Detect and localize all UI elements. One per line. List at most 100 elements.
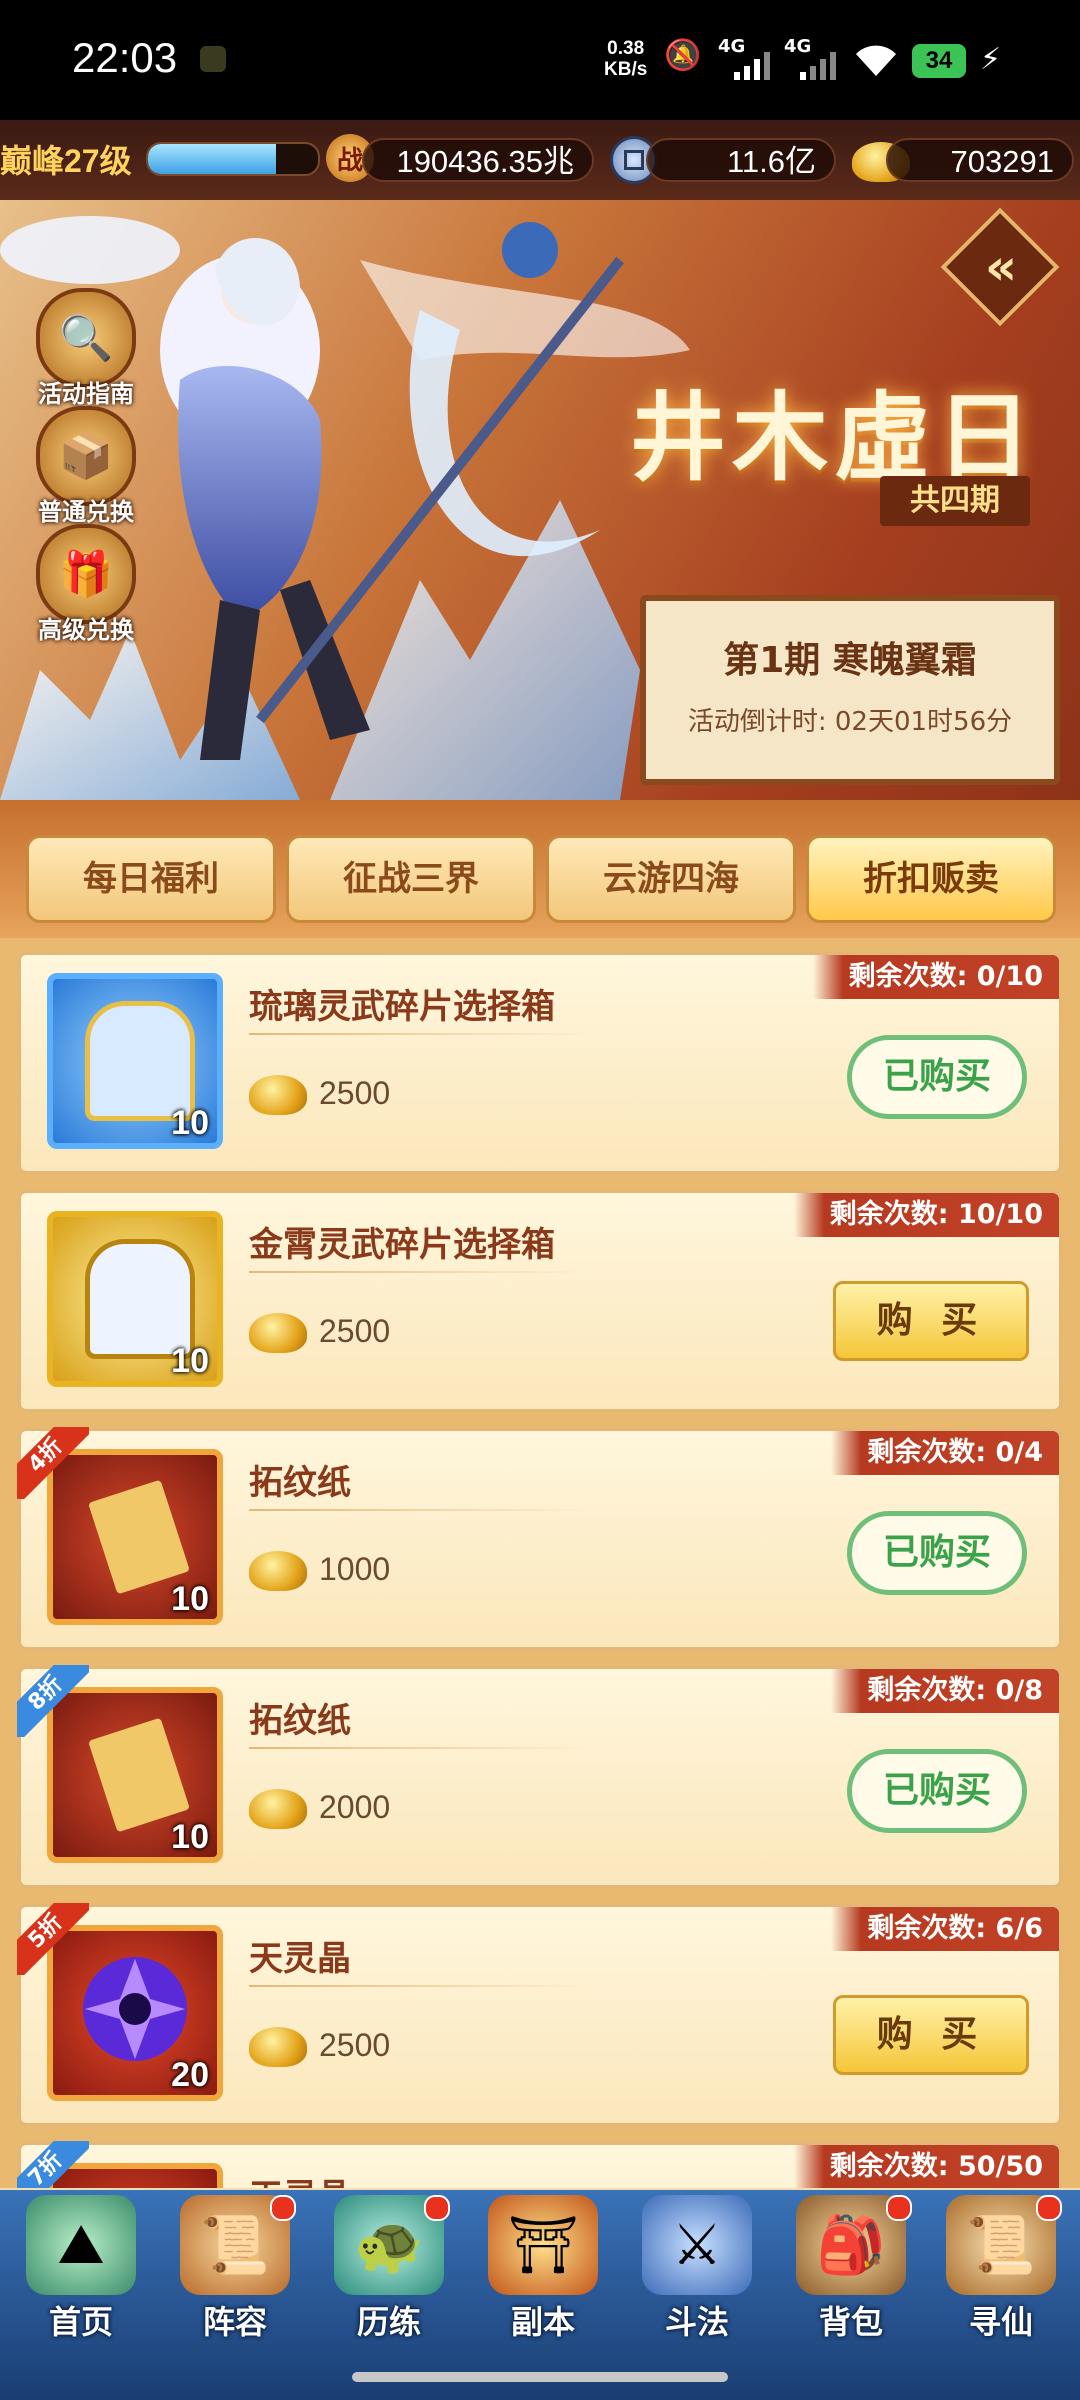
item-name: 琉璃灵武碎片选择箱 [249, 987, 555, 1027]
item-price: 2500 [319, 1313, 391, 1349]
item-divider [249, 1271, 589, 1273]
remaining-count: 剩余次数: 0/10 [812, 955, 1059, 999]
notification-dot [424, 2195, 450, 2221]
portrait-icon [85, 1001, 195, 1121]
list-item: 10 琉璃灵武碎片选择箱 2500 剩余次数: 0/10 已购买 [18, 952, 1062, 1174]
event-periods: 共四期 [880, 476, 1030, 526]
list-item: 20 5折 天灵晶 2500 剩余次数: 6/6 购 买 [17, 1903, 1062, 2126]
item-icon-glass-box: 10 [47, 973, 223, 1149]
gold-ingot-icon [249, 2027, 307, 2067]
discount-ribbon: 8折 [17, 1665, 89, 1737]
notification-icon [200, 46, 226, 72]
item-icon-gold-box: 10 [47, 1211, 223, 1387]
remaining-count: 剩余次数: 6/6 [831, 1907, 1059, 1951]
event-banner: 🔍 活动指南 📦 普通兑换 🎁 高级兑换 井木虛日 共四期 第1期 寒魄翼霜 活… [0, 200, 1080, 800]
combat-power-value: 190436.35兆 [362, 138, 594, 182]
nav-lineup[interactable]: 📜 阵容 [160, 2195, 310, 2345]
item-divider [249, 1033, 589, 1035]
nav-dungeon[interactable]: ⛩ 副本 [468, 2195, 618, 2345]
nav-home[interactable]: ⛰ 首页 [6, 2195, 156, 2345]
item-name: 天灵晶 [249, 2169, 351, 2188]
coin-value: 11.6亿 [646, 138, 836, 182]
gold-ingot-icon [249, 1551, 307, 1591]
net-speed: 0.38 KB/s [604, 38, 647, 80]
purchased-button[interactable]: 已购买 [847, 1035, 1027, 1119]
discount-ribbon: 5折 [17, 1903, 89, 1975]
back-arrow-icon: « [984, 238, 1018, 296]
gold-ingot-icon [249, 1313, 307, 1353]
nav-bag[interactable]: 🎒 背包 [776, 2195, 926, 2345]
remaining-count: 剩余次数: 0/8 [831, 1669, 1059, 1713]
item-name: 天灵晶 [249, 1939, 351, 1979]
player-level: 巅峰27级 [0, 143, 132, 179]
wifi-icon [852, 42, 900, 82]
item-price: 2500 [319, 1075, 391, 1111]
advanced-exchange-button[interactable]: 🎁 高级兑换 [36, 524, 136, 645]
item-name: 拓纹纸 [249, 1463, 351, 1503]
item-divider [249, 1747, 589, 1749]
gift-icon: 🎁 [36, 524, 136, 624]
list-item: 10 8折 拓纹纸 2000 剩余次数: 0/8 已购买 [17, 1665, 1062, 1888]
purchased-button[interactable]: 已购买 [847, 1749, 1027, 1833]
tab-daily-welfare[interactable]: 每日福利 [26, 835, 276, 923]
item-divider [249, 1509, 589, 1511]
discount-item-list[interactable]: 10 琉璃灵武碎片选择箱 2500 剩余次数: 0/10 已购买 10 金霄灵武… [0, 938, 1080, 2188]
item-price: 1000 [319, 1551, 391, 1587]
item-price: 2500 [319, 2027, 391, 2063]
period-panel: 第1期 寒魄翼霜 活动倒计时: 02天01时56分 [640, 595, 1060, 785]
nav-seek[interactable]: 📜 寻仙 [926, 2195, 1076, 2345]
dungeon-icon: ⛩ [488, 2195, 598, 2295]
tab-travel[interactable]: 云游四海 [546, 835, 796, 923]
item-count: 10 [171, 1342, 209, 1380]
list-item: 7折 天灵晶 剩余次数: 50/50 [17, 2141, 1062, 2188]
notification-dot [886, 2195, 912, 2221]
net-speed-unit: KB/s [604, 59, 648, 80]
list-item: 10 4折 拓纹纸 1000 剩余次数: 0/4 已购买 [17, 1427, 1062, 1650]
discount-ribbon: 7折 [17, 2141, 89, 2188]
battle-icon: ⚔ [642, 2195, 752, 2295]
item-name: 拓纹纸 [249, 1701, 351, 1741]
list-item: 10 金霄灵武碎片选择箱 2500 剩余次数: 10/10 购 买 [18, 1190, 1062, 1412]
event-countdown: 活动倒计时: 02天01时56分 [687, 707, 1013, 737]
normal-exchange-button[interactable]: 📦 普通兑换 [36, 406, 136, 527]
notification-dot [1036, 2195, 1062, 2221]
gold-ingot-icon [249, 1789, 307, 1829]
purchased-button[interactable]: 已购买 [847, 1511, 1027, 1595]
remaining-count: 剩余次数: 0/4 [831, 1431, 1059, 1475]
buy-button[interactable]: 购 买 [833, 1281, 1029, 1361]
home-icon: ⛰ [26, 2195, 136, 2295]
activity-guide-label: 活动指南 [38, 380, 134, 408]
nav-dungeon-label: 副本 [510, 2303, 575, 2341]
signal-icon [734, 52, 770, 84]
paper-icon [88, 1717, 190, 1833]
advanced-exchange-label: 高级兑换 [38, 616, 134, 644]
remaining-count: 剩余次数: 50/50 [793, 2145, 1059, 2188]
signal-icon-2 [800, 52, 836, 84]
remaining-count: 剩余次数: 10/10 [793, 1193, 1059, 1237]
discount-label: 8折 [17, 1665, 89, 1737]
crystal-icon [83, 1957, 187, 2061]
item-price: 2000 [319, 1789, 391, 1825]
buy-button[interactable]: 购 买 [833, 1995, 1029, 2075]
home-indicator[interactable] [352, 2372, 728, 2382]
nav-training-label: 历练 [356, 2303, 421, 2341]
tab-discount-sale[interactable]: 折扣贩卖 [806, 835, 1056, 923]
item-divider [249, 1985, 589, 1987]
tab-conquest[interactable]: 征战三界 [286, 835, 536, 923]
item-count: 10 [171, 1104, 209, 1142]
normal-exchange-label: 普通兑换 [38, 498, 134, 526]
discount-ribbon: 4折 [17, 1427, 89, 1499]
battery-indicator: 34 [912, 44, 966, 78]
discount-label: 4折 [17, 1427, 89, 1499]
current-period: 第1期 寒魄翼霜 [723, 640, 977, 681]
paper-icon [88, 1479, 190, 1595]
nav-bag-label: 背包 [818, 2303, 883, 2341]
item-count: 10 [171, 1580, 209, 1618]
activity-guide-button[interactable]: 🔍 活动指南 [36, 288, 136, 409]
nav-battle-label: 斗法 [664, 2303, 729, 2341]
nav-seek-label: 寻仙 [968, 2303, 1033, 2341]
portrait-icon [85, 1239, 195, 1359]
notification-dot [270, 2195, 296, 2221]
nav-battle[interactable]: ⚔ 斗法 [622, 2195, 772, 2345]
nav-training[interactable]: 🐢 历练 [314, 2195, 464, 2345]
